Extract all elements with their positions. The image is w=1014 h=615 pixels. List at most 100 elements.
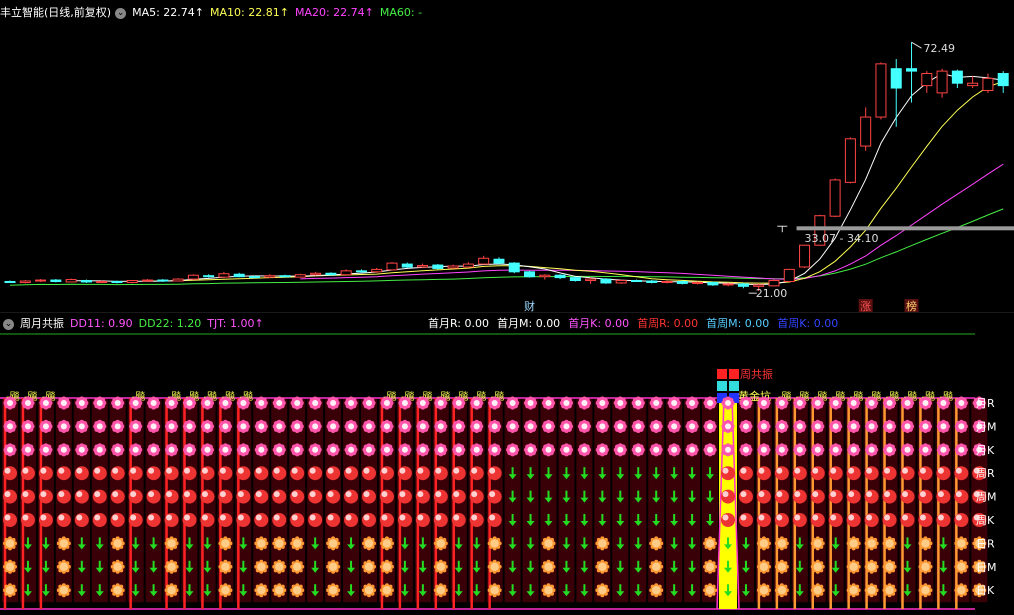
flower-icon [290,396,304,410]
flower-icon [918,419,933,433]
candle-up [768,280,780,287]
flower-icon [111,396,125,410]
flower-icon [936,419,951,433]
ball-icon [200,489,215,504]
ball-icon [3,489,17,504]
candle-down [401,263,413,268]
ball-icon [721,466,735,481]
flower-icon [900,419,915,433]
candle-down [233,273,245,278]
gear-icon [433,559,448,574]
ball-icon [326,466,341,481]
flower-icon [218,419,232,433]
flower-icon [506,396,520,410]
ma60-line [9,208,1004,286]
flower-icon [918,443,933,457]
ball-icon [236,466,251,481]
gear-icon [362,583,376,598]
ball-icon [864,466,879,481]
flower-icon [936,443,951,457]
ball-icon [397,489,412,504]
row-label: 日K [976,584,995,597]
row-label: 日R [976,537,995,550]
candlestick-chart[interactable]: 33.07 - 34.10 72.49 21.00 财 涨 榜 [0,0,1014,313]
ball-icon [451,513,466,527]
resonance-square [717,369,727,379]
ball-icon [344,466,359,481]
ball-icon [433,513,448,527]
gear-icon [756,583,771,598]
flower-icon [523,443,538,457]
flower-icon [308,443,322,457]
ball-icon [128,513,143,527]
flower-icon [452,419,466,433]
candle-up [126,280,138,283]
flower-icon [685,443,699,457]
gear-icon [954,536,969,551]
gear-icon [541,536,556,551]
candle-up [19,280,31,283]
signal-grid-chart[interactable]: 周共振黄金坑-飚 -飚 -飚 -飚 -飚 -飚 -飚 -飚 -飚 -飚 -飚 -飚 -飚 -飚 -飚 -飚 -飚… [0,313,1014,615]
gear-icon [3,536,17,551]
ball-icon [900,466,915,481]
resonance-panel[interactable]: ⌄ 周月共振 DD11: 0.90 DD22: 1.20 TJT: 1.00↑ 首月R:… [0,313,1014,615]
flower-icon [685,396,699,410]
flower-icon [595,419,609,433]
flower-icon [721,419,735,433]
candle-down [508,262,520,273]
ma10-line [147,81,1004,284]
ball-icon [792,466,807,481]
ball-icon [936,489,951,504]
flower-icon [488,443,502,457]
flower-icon [470,396,484,410]
ball-icon [792,513,807,527]
ball-icon [290,489,305,504]
flower-icon [362,396,376,410]
flower-icon [757,396,771,410]
candle-up [264,275,276,278]
flower-icon [811,419,825,433]
flower-icon [326,443,340,457]
candle-up [386,262,398,271]
flower-icon [434,443,448,457]
gear-icon [541,559,556,574]
ball-icon [38,513,53,527]
flower-icon [649,396,663,410]
candle-down [569,277,581,282]
flower-icon [757,443,771,457]
flower-icon [182,419,197,433]
flower-icon [344,419,358,433]
ball-icon [164,513,179,527]
ball-icon [182,513,197,527]
flower-icon [308,396,322,410]
main-candlestick-panel[interactable]: 丰立智能(日线,前复权) ⌄ MA5: 22.74↑ MA10: 22.81↑ MA20… [0,0,1014,313]
ball-icon [326,513,341,527]
ball-icon [110,513,125,527]
ball-icon [218,489,233,504]
flower-icon [954,396,968,410]
candle-up [142,279,154,282]
row-label: 月M [976,420,997,433]
flower-icon [613,419,627,433]
gear-icon [703,583,718,598]
ball-icon [290,466,305,481]
flower-icon [631,443,645,457]
flower-icon [739,396,753,410]
row-label: 周K [976,514,995,527]
gear-icon [864,559,879,574]
gear-icon [254,559,269,574]
candle-down [906,68,918,72]
candle-up [96,280,108,283]
candle-down [676,280,688,284]
ball-icon [56,466,71,481]
candle-down [111,280,123,283]
flower-icon [416,443,430,457]
flower-icon [649,443,663,457]
flower-icon [703,419,717,433]
ball-icon [290,513,305,527]
gear-icon [362,536,376,551]
gear-icon [362,559,376,574]
candle-down [951,70,963,84]
candle-up [692,281,704,284]
flower-icon [75,419,89,433]
